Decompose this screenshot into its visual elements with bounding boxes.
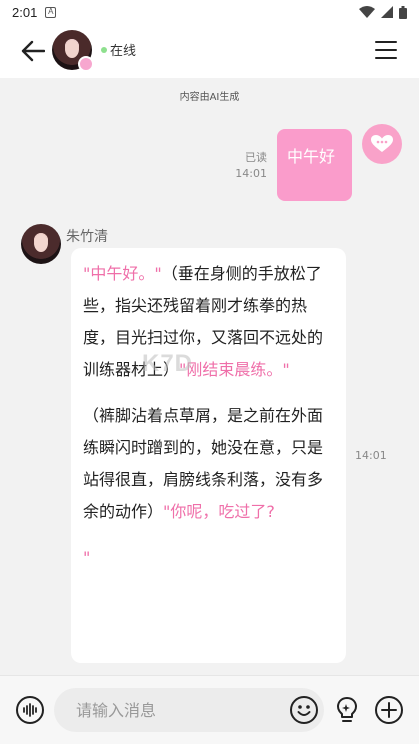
menu-button[interactable] [375, 39, 397, 61]
online-status-dot [101, 47, 107, 53]
dialogue-text: "你呢，吃过了? [163, 502, 275, 521]
sender-name: 朱竹清 [66, 229, 108, 245]
outgoing-meta: 已读 14:01 [235, 150, 267, 182]
status-icons [359, 5, 407, 19]
outgoing-message-text: 中午好 [287, 147, 336, 166]
ai-generated-notice: 内容由AI生成 [179, 92, 240, 103]
message-paragraph-2: （裤脚沾着点草屑，是之前在外面练瞬闪时蹭到的，她没在意，只是站得很直，肩膀线条利… [83, 400, 334, 528]
lightbulb-icon [337, 697, 357, 722]
dialogue-text: "中午好。" [83, 264, 162, 283]
online-status-label: 在线 [110, 44, 137, 59]
menu-icon [375, 41, 397, 43]
plus-icon [381, 702, 397, 718]
battery-icon [399, 5, 407, 19]
my-avatar[interactable] [362, 124, 402, 164]
status-bar: 2:01 A [0, 0, 419, 24]
outgoing-message-bubble[interactable]: 中午好 [277, 129, 352, 201]
notification-a-icon: A [45, 6, 57, 18]
sender-avatar[interactable] [21, 224, 61, 264]
input-bar [0, 675, 419, 744]
status-time: 2:01 [12, 4, 38, 20]
signal-icon [381, 6, 393, 18]
back-button[interactable] [18, 36, 48, 66]
outgoing-time: 14:01 [235, 167, 267, 180]
arrow-left-icon [21, 40, 45, 62]
voice-wave-icon [23, 703, 37, 717]
dialogue-text: "刚结束晨练。" [179, 360, 290, 379]
avatar-face [34, 234, 48, 252]
message-paragraph-1: "中午好。"（垂在身侧的手放松了些，指尖还残留着刚才练拳的热度，目光扫过你，又落… [83, 258, 334, 386]
incoming-time: 14:01 [355, 449, 387, 462]
avatar-face [65, 40, 79, 58]
chat-header: 在线 [0, 24, 419, 78]
contact-avatar[interactable] [52, 30, 94, 72]
watermark: K7D [142, 350, 194, 377]
message-input[interactable] [54, 688, 324, 732]
plus-button[interactable] [375, 696, 403, 724]
message-paragraph-3: " [83, 542, 334, 574]
incoming-message-bubble[interactable]: "中午好。"（垂在身侧的手放松了些，指尖还残留着刚才练拳的热度，目光扫过你，又落… [71, 248, 346, 663]
avatar-badge-icon [78, 56, 94, 72]
emoji-button[interactable] [290, 696, 318, 724]
voice-button[interactable] [16, 696, 44, 724]
smiley-icon [297, 705, 311, 716]
read-receipt: 已读 [245, 151, 267, 164]
chat-bubble-heart-icon [371, 135, 393, 152]
hint-button[interactable] [333, 695, 361, 725]
closing-quote: " [83, 548, 91, 567]
wifi-icon [359, 6, 375, 18]
